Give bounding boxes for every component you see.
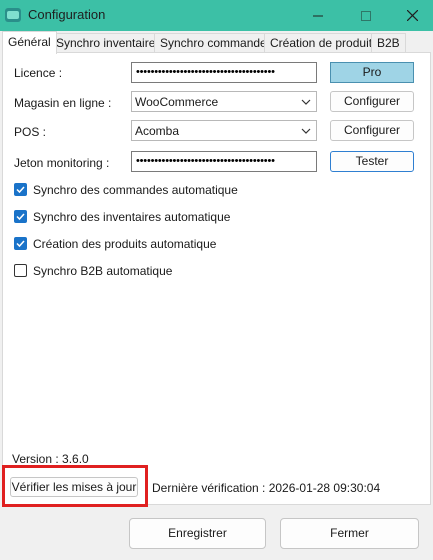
pos-select[interactable]: Acomba: [131, 120, 317, 141]
save-button[interactable]: Enregistrer: [129, 518, 266, 549]
title-bar: Configuration: [0, 0, 433, 31]
tester-button[interactable]: Tester: [330, 151, 414, 172]
checkbox-synchro-commandes[interactable]: [14, 183, 27, 196]
close-dialog-button[interactable]: Fermer: [280, 518, 419, 549]
checkbox-label: Création des produits automatique: [33, 237, 217, 251]
window-title: Configuration: [28, 7, 106, 22]
tab-creation-produits[interactable]: Création de produits: [264, 33, 385, 53]
maximize-icon: [361, 10, 371, 21]
configurer-magasin-button[interactable]: Configurer: [330, 91, 414, 112]
tab-synchro-commandes[interactable]: Synchro commandes: [154, 33, 279, 53]
licence-field[interactable]: ••••••••••••••••••••••••••••••••••••••: [131, 62, 317, 83]
check-updates-button[interactable]: Vérifier les mises à jour: [10, 477, 138, 497]
checkbox-synchro-b2b[interactable]: [14, 264, 27, 277]
magasin-label: Magasin en ligne :: [14, 96, 112, 110]
checkmark-icon: [16, 240, 25, 248]
configurer-pos-button[interactable]: Configurer: [330, 120, 414, 141]
magasin-select[interactable]: WooCommerce: [131, 91, 317, 112]
tab-bar: Général Synchro inventaires Synchro comm…: [0, 31, 433, 54]
close-button[interactable]: [389, 0, 433, 31]
jeton-label: Jeton monitoring :: [14, 156, 110, 170]
pos-label: POS :: [14, 125, 47, 139]
jeton-field[interactable]: ••••••••••••••••••••••••••••••••••••••: [131, 151, 317, 172]
maximize-button[interactable]: [343, 0, 389, 31]
checkbox-synchro-inventaires[interactable]: [14, 210, 27, 223]
checkbox-creation-produits[interactable]: [14, 237, 27, 250]
minimize-icon: [313, 15, 323, 16]
app-icon: [5, 8, 21, 22]
checkmark-icon: [16, 213, 25, 221]
tab-b2b[interactable]: B2B: [371, 33, 406, 53]
chevron-down-icon: [301, 128, 311, 134]
licence-label: Licence :: [14, 66, 63, 80]
close-icon: [406, 10, 418, 21]
pro-button[interactable]: Pro: [330, 62, 414, 83]
checkbox-label: Synchro des commandes automatique: [33, 183, 238, 197]
checkbox-label: Synchro des inventaires automatique: [33, 210, 231, 224]
minimize-button[interactable]: [295, 0, 341, 31]
last-check-label: Dernière vérification : 2026-01-28 09:30…: [152, 481, 381, 495]
checkmark-icon: [16, 186, 25, 194]
checkbox-label: Synchro B2B automatique: [33, 264, 173, 278]
version-label: Version : 3.6.0: [12, 452, 89, 466]
chevron-down-icon: [301, 99, 311, 105]
tab-general[interactable]: Général: [2, 31, 57, 54]
tab-synchro-inventaires[interactable]: Synchro inventaires: [50, 33, 168, 53]
